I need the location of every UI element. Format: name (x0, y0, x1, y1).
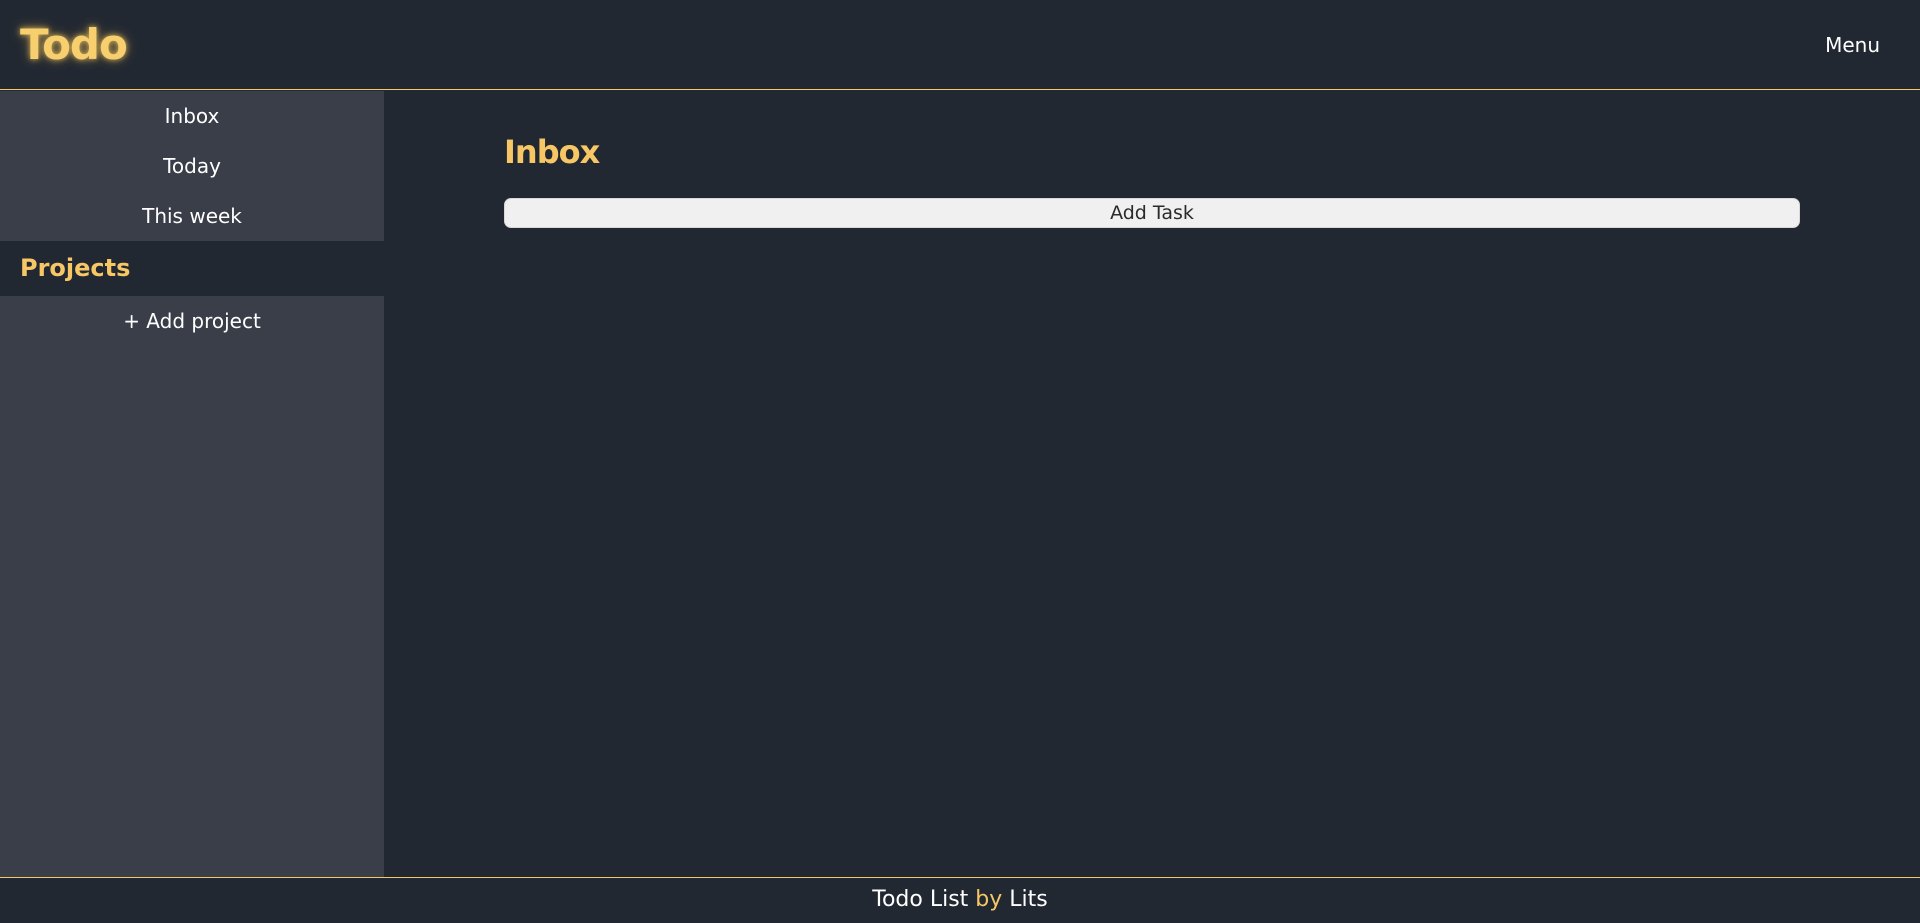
footer-text-todo-list: Todo List (872, 887, 969, 912)
sidebar-item-this-week[interactable]: This week (0, 191, 384, 241)
main-content: Inbox Add Task (384, 91, 1920, 877)
app-footer: Todo List by Lits (0, 877, 1920, 923)
app-header: Todo Menu (0, 0, 1920, 90)
app-logo: Todo (20, 20, 128, 69)
add-project-button[interactable]: + Add project (0, 296, 384, 346)
add-task-button[interactable]: Add Task (504, 198, 1800, 228)
page-title: Inbox (504, 133, 600, 171)
sidebar: Inbox Today This week Projects + Add pro… (0, 91, 384, 877)
footer-text-by: by (975, 887, 1003, 912)
sidebar-item-today[interactable]: Today (0, 141, 384, 191)
menu-button[interactable]: Menu (1825, 33, 1880, 57)
projects-heading: Projects (0, 241, 384, 296)
footer-text-author: Lits (1009, 887, 1048, 912)
sidebar-item-inbox[interactable]: Inbox (0, 91, 384, 141)
